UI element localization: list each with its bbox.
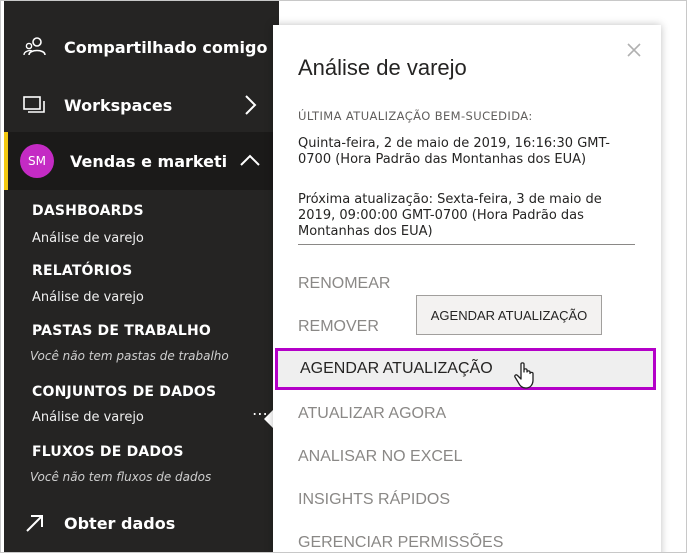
chevron-right-icon[interactable] <box>239 94 261 116</box>
workspaces-icon <box>23 96 45 113</box>
menu-refresh-now[interactable]: ATUALIZAR AGORA <box>298 405 446 423</box>
section-reports-title: RELATÓRIOS <box>32 263 133 279</box>
nav-get-data-label: Obter dados <box>64 513 176 533</box>
last-refresh-value: Quinta-feira, 2 de maio de 2019, 16:16:3… <box>298 136 610 167</box>
section-dataflows-title: FLUXOS DE DADOS <box>32 444 184 460</box>
dataflows-empty-text: Você não tem fluxos de dados <box>30 470 212 484</box>
report-item[interactable]: Análise de varejo <box>32 290 144 305</box>
menu-remove[interactable]: REMOVER <box>298 318 379 336</box>
workbooks-empty-text: Você não tem pastas de trabalho <box>30 349 229 363</box>
close-icon[interactable] <box>625 41 643 59</box>
menu-quick-insights[interactable]: INSIGHTS RÁPIDOS <box>298 491 450 509</box>
dataset-item[interactable]: Análise de varejo <box>32 410 144 425</box>
next-refresh-text: Próxima atualização: Sexta-feira, 3 de m… <box>298 192 602 239</box>
section-workbooks-title: PASTAS DE TRABALHO <box>32 323 212 339</box>
nav-shared-with-me[interactable]: Compartilhado comigo <box>4 25 279 69</box>
menu-schedule-refresh[interactable]: AGENDAR ATUALIZAÇÃO <box>275 348 656 390</box>
nav-workspace-current[interactable]: SM Vendas e marketi <box>4 132 279 190</box>
people-icon <box>23 37 46 56</box>
nav-workspaces-label: Workspaces <box>64 95 173 115</box>
hand-cursor-icon <box>514 362 534 389</box>
menu-analyze-excel[interactable]: ANALISAR NO EXCEL <box>298 448 463 466</box>
app-window: Compartilhado comigo Workspaces SM Venda… <box>0 0 687 553</box>
last-refresh-caption: ÚLTIMA ATUALIZAÇÃO BEM-SUCEDIDA: <box>298 109 533 123</box>
section-datasets-title: CONJUNTOS DE DADOS <box>32 384 217 400</box>
menu-manage-permissions[interactable]: GERENCIAR PERMISSÕES <box>298 534 503 552</box>
dataset-options-popup: Análise de varejo ÚLTIMA ATUALIZAÇÃO BEM… <box>273 25 661 552</box>
section-dashboards-title: DASHBOARDS <box>32 203 144 219</box>
menu-rename[interactable]: RENOMEAR <box>298 275 390 293</box>
nav-shared-label: Compartilhado comigo <box>64 37 268 57</box>
nav-workspaces[interactable]: Workspaces <box>4 83 279 127</box>
sidebar: Compartilhado comigo Workspaces SM Venda… <box>4 1 279 552</box>
nav-get-data[interactable]: Obter dados <box>4 501 279 545</box>
chevron-up-icon[interactable] <box>239 150 261 172</box>
popup-divider <box>298 244 635 245</box>
tooltip: AGENDAR ATUALIZAÇÃO <box>416 295 602 335</box>
arrow-up-right-icon <box>26 515 43 532</box>
menu-schedule-refresh-label: AGENDAR ATUALIZAÇÃO <box>300 360 493 377</box>
popup-title: Análise de varejo <box>298 55 467 80</box>
dashboard-item[interactable]: Análise de varejo <box>32 231 144 246</box>
workspace-avatar: SM <box>20 144 54 178</box>
workspace-label: Vendas e marketi <box>70 151 228 171</box>
